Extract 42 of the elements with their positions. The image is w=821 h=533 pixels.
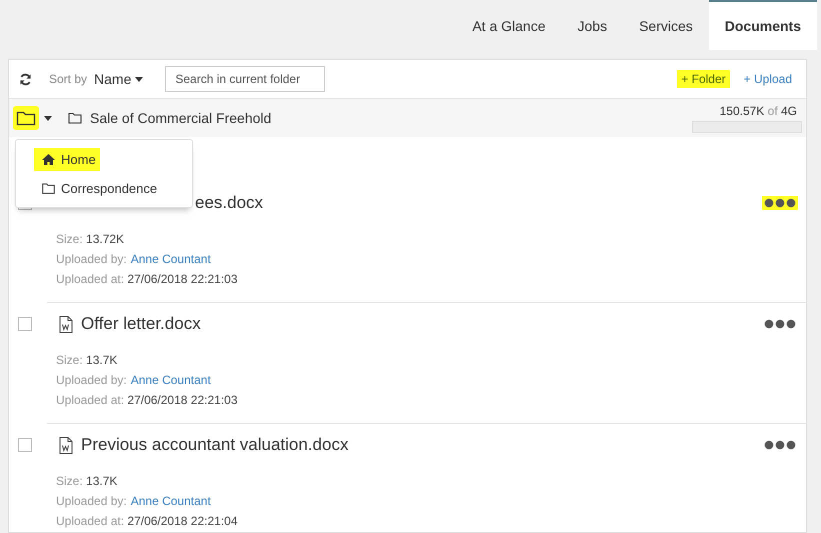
- upload-link[interactable]: + Upload: [740, 70, 796, 88]
- caret-icon[interactable]: [44, 116, 52, 120]
- more-options-icon[interactable]: [762, 196, 798, 210]
- uploaded-by-label: Uploaded by:: [56, 373, 127, 387]
- file-name[interactable]: ees.docx: [195, 193, 264, 213]
- folder-icon: [42, 183, 55, 194]
- folder-icon: [68, 112, 82, 124]
- menu-item[interactable]: Home: [34, 148, 100, 171]
- tab[interactable]: Documents: [708, 0, 817, 50]
- upload-date: Uploaded at: 27/06/2018 22:21:03: [56, 392, 238, 409]
- file-name[interactable]: Offer letter.docx: [81, 314, 201, 334]
- upload-date: Uploaded at: 27/06/2018 22:21:04: [56, 513, 238, 530]
- file-name[interactable]: Previous accountant valuation.docx: [81, 435, 348, 455]
- search-field[interactable]: Search in current folder: [165, 66, 326, 92]
- home-icon: [42, 154, 55, 165]
- tab[interactable]: Jobs: [562, 0, 624, 50]
- refresh-icon[interactable]: [19, 72, 32, 86]
- more-options-icon[interactable]: [762, 438, 798, 452]
- folder-path: Sale of Commercial Freehold: [90, 110, 272, 126]
- upload-date: Uploaded at: 27/06/2018 22:21:03: [56, 271, 238, 288]
- word-document-icon: [59, 316, 73, 332]
- word-document-icon: [59, 436, 73, 454]
- user-link[interactable]: Anne Countant: [130, 373, 211, 387]
- user-link[interactable]: Anne Countant: [130, 494, 211, 508]
- menu-item[interactable]: Correspondence: [16, 177, 192, 200]
- sort-label: Sort by: [49, 72, 88, 86]
- checkbox[interactable]: [18, 438, 32, 452]
- file-size: Size: 13.7K: [56, 473, 118, 490]
- uploaded-by-label: Uploaded by:: [56, 252, 127, 266]
- tab[interactable]: Services: [623, 0, 709, 50]
- user-link[interactable]: Anne Countant: [130, 252, 211, 266]
- caret-icon: [135, 76, 144, 82]
- file-size: Size: 13.7K: [56, 352, 118, 369]
- add-folder-link[interactable]: + Folder: [677, 70, 730, 88]
- more-options-icon[interactable]: [762, 317, 798, 331]
- tab[interactable]: At a Glance: [456, 0, 562, 50]
- folder-menu-button[interactable]: [13, 106, 39, 130]
- storage-usage: 150.57K of 4G: [720, 104, 797, 118]
- checkbox[interactable]: [18, 317, 32, 331]
- file-size: Size: 13.72K: [56, 231, 126, 248]
- uploaded-by-label: Uploaded by:: [56, 494, 127, 508]
- sort-dropdown[interactable]: Name: [94, 71, 144, 87]
